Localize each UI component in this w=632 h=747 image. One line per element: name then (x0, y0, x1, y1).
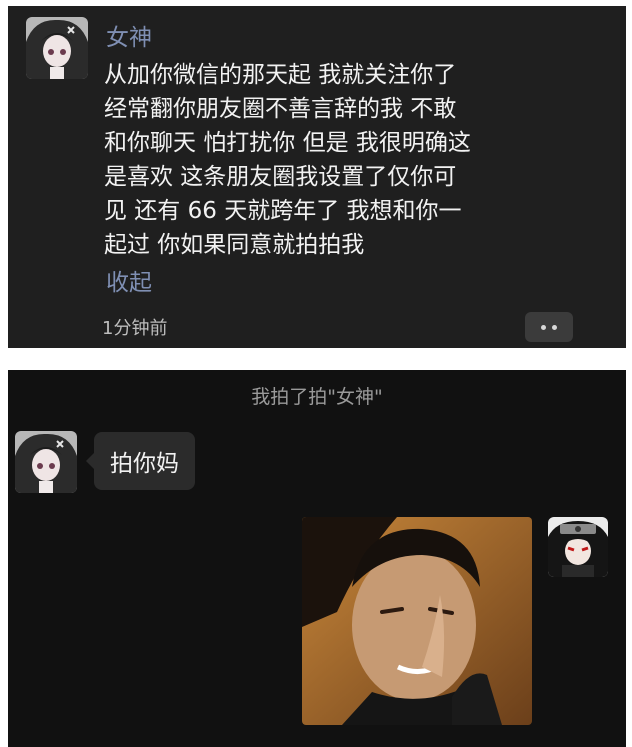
poster-name[interactable]: 女神 (106, 18, 152, 52)
post-timestamp: 1分钟前 (102, 318, 168, 339)
dot-icon (552, 324, 557, 330)
pat-notice: 我拍了拍"女神" (251, 386, 383, 408)
collapse-link[interactable]: 收起 (106, 263, 152, 297)
moments-post: 女神 从加你微信的那天起 我就关注你了 经常翻你朋友圈不善言辞的我 不敢 和你聊… (8, 6, 626, 348)
message-text: 拍你妈 (110, 451, 179, 477)
sent-image[interactable] (302, 517, 532, 725)
dot-icon (541, 324, 546, 330)
my-avatar[interactable] (548, 517, 608, 577)
contact-avatar[interactable] (15, 431, 77, 493)
more-options-button[interactable] (525, 312, 573, 342)
message-bubble-received[interactable]: 拍你妈 (86, 432, 195, 490)
chat-window: 我拍了拍"女神" 拍你妈 (8, 370, 626, 747)
post-text: 从加你微信的那天起 我就关注你了 经常翻你朋友圈不善言辞的我 不敢 和你聊天 怕… (104, 62, 471, 258)
poster-avatar[interactable] (26, 17, 88, 79)
